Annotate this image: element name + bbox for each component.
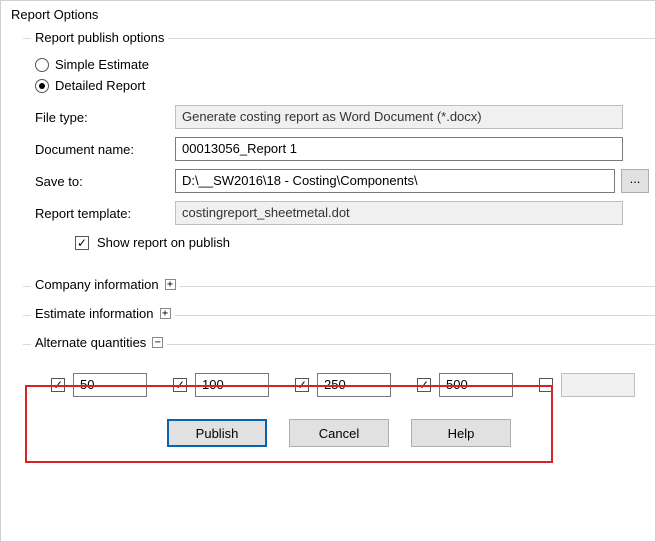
estimate-information-section: Estimate information + <box>23 315 655 322</box>
report-template-row: Report template: costingreport_sheetmeta… <box>35 201 623 225</box>
radio-simple-estimate[interactable]: Simple Estimate <box>35 57 651 72</box>
qty-5-checkbox[interactable] <box>539 378 553 392</box>
alt-qty-legend[interactable]: Alternate quantities − <box>31 335 167 350</box>
radio-icon <box>35 79 49 93</box>
qty-row: 50 100 250 500 <box>51 373 655 397</box>
dialog-buttons: Publish Cancel Help <box>23 419 655 447</box>
qty-5-input[interactable] <box>561 373 635 397</box>
qty-5-group <box>539 373 635 397</box>
report-template-field[interactable]: costingreport_sheetmetal.dot <box>175 201 623 225</box>
cancel-button[interactable]: Cancel <box>289 419 389 447</box>
qty-1-checkbox[interactable] <box>51 378 65 392</box>
file-type-field[interactable]: Generate costing report as Word Document… <box>175 105 623 129</box>
document-name-field[interactable]: 00013056_Report 1 <box>175 137 623 161</box>
qty-3-group: 250 <box>295 373 391 397</box>
help-button[interactable]: Help <box>411 419 511 447</box>
checkbox-icon <box>75 236 89 250</box>
section-label: Company information <box>35 277 159 292</box>
qty-2-input[interactable]: 100 <box>195 373 269 397</box>
show-on-publish-label: Show report on publish <box>97 235 230 250</box>
content-area: Report publish options Simple Estimate D… <box>1 26 655 447</box>
browse-button[interactable]: ... <box>621 169 649 193</box>
radio-icon <box>35 58 49 72</box>
publish-button[interactable]: Publish <box>167 419 267 447</box>
estimate-info-legend[interactable]: Estimate information + <box>31 306 175 321</box>
qty-4-checkbox[interactable] <box>417 378 431 392</box>
qty-4-group: 500 <box>417 373 513 397</box>
qty-1-input[interactable]: 50 <box>73 373 147 397</box>
document-name-label: Document name: <box>35 142 175 157</box>
radio-detailed-report[interactable]: Detailed Report <box>35 78 651 93</box>
section-label: Estimate information <box>35 306 154 321</box>
file-type-row: File type: Generate costing report as Wo… <box>35 105 623 129</box>
qty-4-input[interactable]: 500 <box>439 373 513 397</box>
report-template-label: Report template: <box>35 206 175 221</box>
qty-3-input[interactable]: 250 <box>317 373 391 397</box>
save-to-row: Save to: D:\__SW2016\18 - Costing\Compon… <box>35 169 649 193</box>
report-options-window: Report Options Report publish options Si… <box>0 0 656 542</box>
document-name-row: Document name: 00013056_Report 1 <box>35 137 623 161</box>
plus-icon[interactable]: + <box>165 279 176 290</box>
radio-label: Simple Estimate <box>55 57 149 72</box>
alternate-quantities-section: Alternate quantities − 50 100 250 <box>23 344 655 397</box>
minus-icon[interactable]: − <box>152 337 163 348</box>
company-information-section: Company information + <box>23 286 655 293</box>
save-to-label: Save to: <box>35 174 175 189</box>
window-title: Report Options <box>1 1 655 26</box>
qty-2-checkbox[interactable] <box>173 378 187 392</box>
save-to-field[interactable]: D:\__SW2016\18 - Costing\Components\ <box>175 169 615 193</box>
plus-icon[interactable]: + <box>160 308 171 319</box>
report-publish-options-group: Report publish options Simple Estimate D… <box>23 38 655 264</box>
qty-2-group: 100 <box>173 373 269 397</box>
group-legend-publish: Report publish options <box>31 30 168 45</box>
company-info-legend[interactable]: Company information + <box>31 277 180 292</box>
section-label: Alternate quantities <box>35 335 146 350</box>
qty-3-checkbox[interactable] <box>295 378 309 392</box>
file-type-label: File type: <box>35 110 175 125</box>
qty-1-group: 50 <box>51 373 147 397</box>
show-on-publish-row[interactable]: Show report on publish <box>75 235 651 250</box>
radio-label: Detailed Report <box>55 78 145 93</box>
